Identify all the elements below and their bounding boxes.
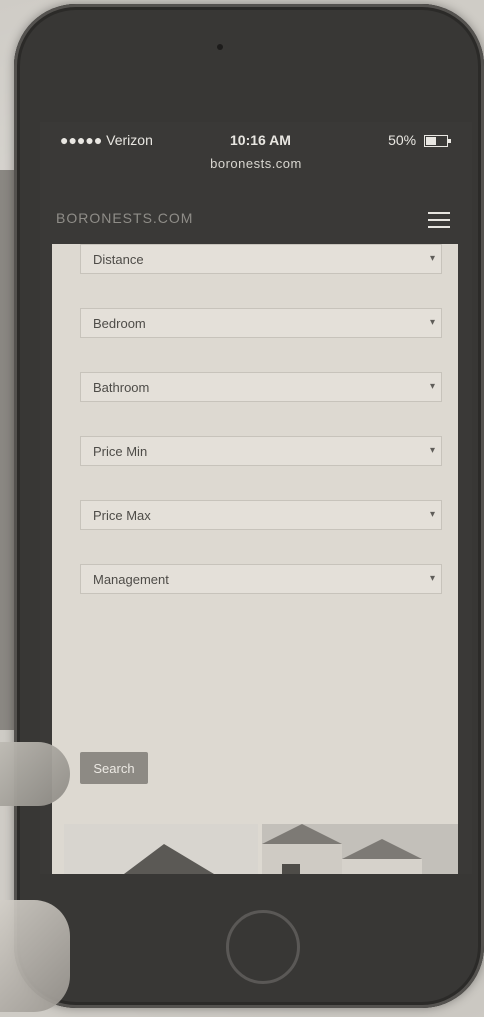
thumb (0, 900, 70, 1012)
site-logo[interactable]: BORONESTS.COM (56, 210, 193, 226)
battery-percent: 50% (388, 132, 417, 148)
property-photos (64, 824, 458, 874)
battery-icon (424, 135, 451, 148)
dropdown-arrow-icon: ▾ (429, 573, 435, 584)
dropdown-arrow-icon: ▾ (429, 445, 435, 456)
dropdown-arrow-icon: ▾ (429, 509, 435, 520)
dropdown-arrow-icon: ▾ (429, 317, 435, 328)
site-header: BORONESTS.COM (40, 200, 472, 240)
management-label: Management (93, 572, 169, 587)
dropdown-arrow-icon: ▾ (429, 381, 435, 392)
bathroom-label: Bathroom (93, 380, 150, 395)
status-bar: ●●●●● Verizon 10:16 AM 50% (40, 130, 472, 152)
bathroom-select[interactable]: Bathroom ▾ (80, 372, 442, 402)
price-min-label: Price Min (93, 444, 148, 459)
distance-label: Distance (93, 252, 144, 267)
price-max-select[interactable]: Price Max ▾ (80, 500, 442, 530)
front-camera (217, 44, 223, 50)
price-max-label: Price Max (93, 508, 151, 523)
finger (0, 742, 70, 806)
bedroom-select[interactable]: Bedroom ▾ (80, 308, 442, 338)
home-button[interactable] (226, 910, 300, 984)
property-photo-pool[interactable] (64, 824, 258, 874)
battery-status: 50% (388, 132, 451, 148)
search-form: Distance ▾ Bedroom ▾ Bathroom ▾ Price Mi… (52, 244, 458, 874)
management-select[interactable]: Management ▾ (80, 564, 442, 594)
dropdown-arrow-icon: ▾ (429, 253, 435, 264)
property-photo-townhomes[interactable] (262, 824, 458, 874)
search-button[interactable]: Search (80, 752, 148, 784)
address-bar[interactable]: boronests.com (40, 156, 472, 171)
hamburger-icon[interactable] (428, 212, 450, 228)
time-label: 10:16 AM (230, 132, 291, 148)
bedroom-label: Bedroom (93, 316, 146, 331)
phone-screen: ●●●●● Verizon 10:16 AM 50% boronests.com… (40, 122, 472, 874)
carrier-label: ●●●●● Verizon (60, 132, 153, 148)
smartphone: ●●●●● Verizon 10:16 AM 50% boronests.com… (14, 4, 484, 1008)
price-min-select[interactable]: Price Min ▾ (80, 436, 442, 466)
distance-select[interactable]: Distance ▾ (80, 244, 442, 274)
